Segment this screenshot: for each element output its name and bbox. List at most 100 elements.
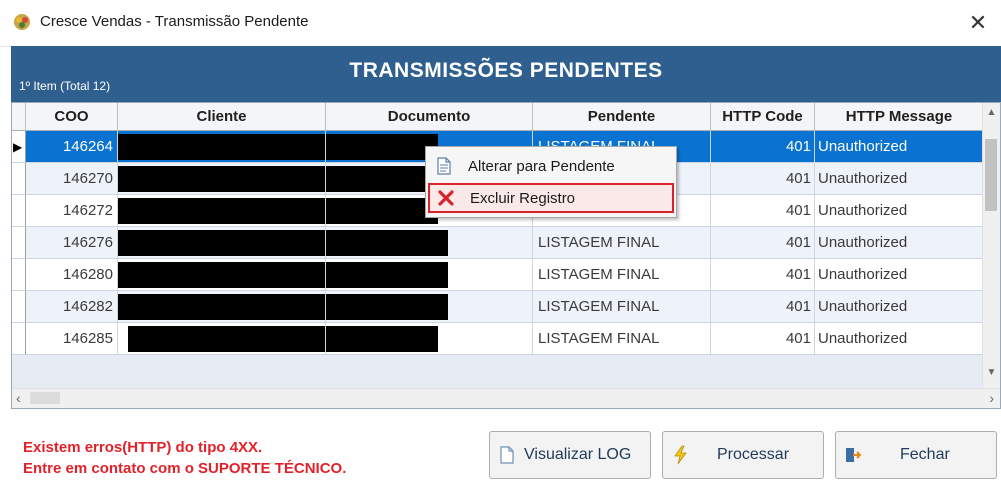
row-indicator[interactable] [12, 195, 26, 227]
app-logo-icon [14, 14, 30, 30]
column-header-coo[interactable]: COO [26, 103, 118, 131]
row-context-menu: Alterar para Pendente Excluir Registro [425, 146, 677, 218]
table-row[interactable]: 146282 LISTAGEM FINAL 401 Unauthorized [12, 291, 984, 323]
cell-documento[interactable] [326, 227, 533, 259]
close-window-button[interactable]: ✕ [955, 0, 1001, 46]
cell-http-message[interactable]: Unauthorized [815, 163, 984, 195]
horizontal-scrollbar[interactable]: ‹ › [12, 388, 1000, 408]
horizontal-scroll-thumb[interactable] [30, 392, 60, 404]
column-header-documento[interactable]: Documento [326, 103, 533, 131]
cell-http-code[interactable]: 401 [711, 323, 815, 355]
column-header-cliente[interactable]: Cliente [118, 103, 326, 131]
cell-cliente[interactable] [118, 163, 326, 195]
cell-coo[interactable]: 146276 [26, 227, 118, 259]
scroll-up-icon[interactable]: ▲ [983, 107, 1000, 125]
menu-item-excluir-registro[interactable]: Excluir Registro [428, 183, 674, 213]
document-icon [428, 157, 460, 175]
redaction-block [326, 262, 448, 288]
row-indicator[interactable] [12, 291, 26, 323]
cell-coo[interactable]: 146272 [26, 195, 118, 227]
cell-http-message[interactable]: Unauthorized [815, 131, 984, 163]
column-header-http-code[interactable]: HTTP Code [711, 103, 815, 131]
column-header-pendente[interactable]: Pendente [533, 103, 711, 131]
row-indicator[interactable]: ▶ [12, 131, 26, 163]
cell-http-code[interactable]: 401 [711, 163, 815, 195]
cell-http-message[interactable]: Unauthorized [815, 291, 984, 323]
view-log-label: Visualizar LOG [524, 446, 632, 463]
redaction-block [326, 134, 438, 160]
cell-documento[interactable] [326, 323, 533, 355]
cell-cliente[interactable] [118, 131, 326, 163]
table-row[interactable]: 146285 LISTAGEM FINAL 401 Unauthorized [12, 323, 984, 355]
grid-header-row: COO Cliente Documento Pendente HTTP Code… [12, 103, 984, 131]
cell-http-message[interactable]: Unauthorized [815, 259, 984, 291]
row-indicator[interactable] [12, 163, 26, 195]
close-button[interactable]: Fechar [835, 431, 997, 479]
scroll-left-icon[interactable]: ‹ [16, 390, 21, 406]
redaction-block [118, 198, 325, 224]
document-icon [490, 446, 524, 464]
cell-http-message[interactable]: Unauthorized [815, 195, 984, 227]
error-line-2: Entre em contato com o SUPORTE TÉCNICO. [23, 460, 347, 477]
view-log-button[interactable]: Visualizar LOG [489, 431, 651, 479]
cell-http-code[interactable]: 401 [711, 291, 815, 323]
vertical-scrollbar[interactable]: ▲ ▼ [982, 103, 1000, 389]
redaction-block [118, 262, 325, 288]
cell-coo[interactable]: 146282 [26, 291, 118, 323]
cell-coo[interactable]: 146280 [26, 259, 118, 291]
cell-cliente[interactable] [118, 259, 326, 291]
cell-http-code[interactable]: 401 [711, 259, 815, 291]
close-label: Fechar [900, 446, 950, 463]
cell-pendente[interactable]: LISTAGEM FINAL [533, 259, 711, 291]
exit-door-icon [836, 446, 870, 464]
cell-http-code[interactable]: 401 [711, 195, 815, 227]
error-line-1: Existem erros(HTTP) do tipo 4XX. [23, 439, 263, 456]
cell-http-message[interactable]: Unauthorized [815, 227, 984, 259]
cell-cliente[interactable] [118, 227, 326, 259]
redaction-block [326, 166, 438, 192]
vertical-scroll-thumb[interactable] [985, 139, 997, 211]
menu-item-alterar-pendente[interactable]: Alterar para Pendente [428, 151, 674, 181]
table-row[interactable]: 146276 LISTAGEM FINAL 401 Unauthorized [12, 227, 984, 259]
process-label: Processar [717, 446, 790, 463]
menu-item-label: Excluir Registro [470, 189, 576, 207]
redaction-block [326, 230, 448, 256]
cell-coo[interactable]: 146270 [26, 163, 118, 195]
cell-pendente[interactable]: LISTAGEM FINAL [533, 227, 711, 259]
cell-coo[interactable]: 146285 [26, 323, 118, 355]
process-button[interactable]: Processar [662, 431, 824, 479]
cell-cliente[interactable] [118, 291, 326, 323]
window-title: Cresce Vendas - Transmissão Pendente [40, 13, 309, 30]
cell-pendente[interactable]: LISTAGEM FINAL [533, 291, 711, 323]
row-indicator[interactable] [12, 227, 26, 259]
cell-documento[interactable] [326, 291, 533, 323]
error-message: Existem erros(HTTP) do tipo 4XX. Entre e… [23, 437, 346, 479]
scroll-right-icon[interactable]: › [989, 390, 994, 406]
redaction-block [118, 166, 325, 192]
row-indicator[interactable] [12, 259, 26, 291]
redaction-block [118, 134, 325, 160]
table-row[interactable]: 146280 LISTAGEM FINAL 401 Unauthorized [12, 259, 984, 291]
menu-item-label: Alterar para Pendente [468, 157, 615, 175]
redaction-block [118, 294, 325, 320]
cell-coo[interactable]: 146264 [26, 131, 118, 163]
redaction-block [128, 326, 325, 352]
cell-http-message[interactable]: Unauthorized [815, 323, 984, 355]
cell-cliente[interactable] [118, 195, 326, 227]
cell-cliente[interactable] [118, 323, 326, 355]
redaction-block [118, 230, 325, 256]
redaction-block [326, 326, 438, 352]
cell-documento[interactable] [326, 259, 533, 291]
cell-http-code[interactable]: 401 [711, 227, 815, 259]
row-pointer-icon: ▶ [13, 139, 23, 154]
page-title: TRANSMISSÕES PENDENTES [349, 59, 663, 82]
redaction-block [326, 294, 448, 320]
scroll-down-icon[interactable]: ▼ [983, 367, 1000, 385]
redaction-block [326, 198, 438, 224]
row-indicator[interactable] [12, 323, 26, 355]
column-header-http-message[interactable]: HTTP Message [815, 103, 984, 131]
cell-http-code[interactable]: 401 [711, 131, 815, 163]
header-band: 1º Item (Total 12) TRANSMISSÕES PENDENTE… [11, 46, 1001, 102]
lightning-icon [663, 445, 697, 465]
cell-pendente[interactable]: LISTAGEM FINAL [533, 323, 711, 355]
